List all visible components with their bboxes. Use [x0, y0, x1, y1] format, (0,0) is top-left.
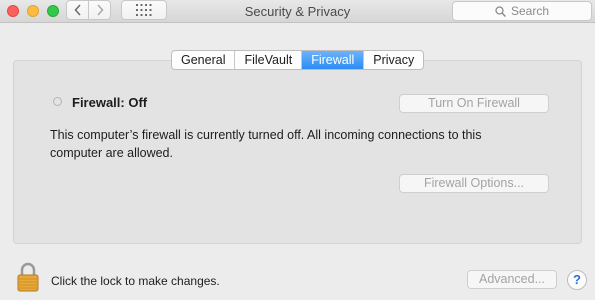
- lock-message: Click the lock to make changes.: [51, 274, 220, 288]
- tab-bar: General FileVault Firewall Privacy: [171, 50, 425, 70]
- tab-filevault[interactable]: FileVault: [235, 51, 303, 69]
- tab-firewall[interactable]: Firewall: [302, 51, 365, 69]
- help-button[interactable]: ?: [567, 270, 587, 290]
- firewall-options-button[interactable]: Firewall Options...: [399, 174, 549, 193]
- status-indicator: [53, 97, 62, 106]
- tab-general[interactable]: General: [172, 51, 236, 69]
- search-field[interactable]: Search: [452, 1, 592, 21]
- advanced-button[interactable]: Advanced...: [467, 270, 557, 289]
- firewall-status: Firewall: Off: [72, 95, 148, 110]
- tab-privacy[interactable]: Privacy: [364, 51, 423, 69]
- turn-on-firewall-button[interactable]: Turn On Firewall: [399, 94, 549, 113]
- search-placeholder: Search: [510, 4, 550, 18]
- title-bar: Security & Privacy Search: [0, 0, 595, 23]
- lock-icon[interactable]: [17, 262, 39, 292]
- search-icon: [495, 5, 506, 17]
- firewall-description: This computer’s firewall is currently tu…: [50, 128, 482, 160]
